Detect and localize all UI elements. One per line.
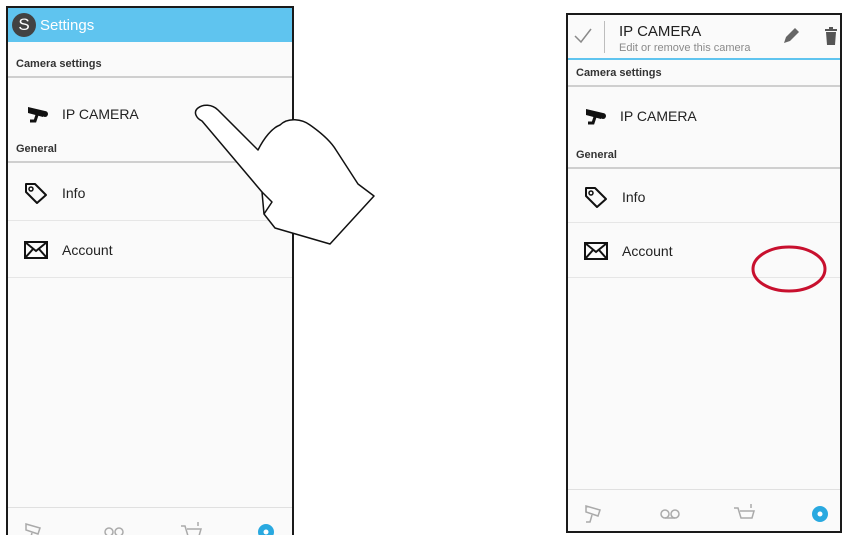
nav-camera-button[interactable]	[582, 498, 610, 526]
logo-letter: S	[18, 15, 30, 34]
cart-icon	[734, 504, 755, 519]
cart-icon	[181, 522, 202, 535]
nav-settings-button[interactable]	[252, 516, 280, 535]
context-subtitle: Edit or remove this camera	[619, 42, 751, 54]
app-logo: S	[12, 13, 36, 37]
camera-icon	[585, 505, 601, 523]
item-label-ip-camera: IP CAMERA	[62, 106, 139, 122]
header-divider	[604, 21, 605, 53]
section-header-camera-settings: Camera settings	[568, 67, 840, 87]
list-item-ip-camera[interactable]: IP CAMERA	[568, 89, 840, 143]
nav-recordings-button[interactable]	[100, 516, 128, 535]
tag-icon	[582, 185, 610, 209]
list-item-account[interactable]: Account	[8, 222, 292, 278]
app-bar: S Settings	[8, 8, 292, 42]
settings-icon	[258, 524, 274, 535]
item-label-info: Info	[622, 188, 646, 205]
list-item-account[interactable]: Account	[568, 224, 840, 278]
nav-settings-button[interactable]	[806, 498, 834, 526]
item-label-account: Account	[622, 242, 673, 259]
bottom-nav	[8, 507, 292, 535]
nav-cart-button[interactable]	[178, 516, 206, 535]
app-title: Settings	[40, 16, 95, 34]
contextual-action-bar: IP CAMERA Edit or remove this camera	[568, 15, 840, 60]
nav-cart-button[interactable]	[731, 498, 759, 526]
section-header-general: General	[8, 143, 292, 163]
envelope-icon	[582, 239, 610, 263]
phone-screen-left: S Settings Camera settings IP CAMERA Gen…	[6, 6, 294, 535]
cctv-camera-icon	[582, 104, 610, 128]
item-label-ip-camera: IP CAMERA	[620, 108, 697, 124]
trash-icon[interactable]	[824, 27, 838, 45]
item-label-info: Info	[62, 184, 86, 201]
list-item-info[interactable]: Info	[8, 165, 292, 221]
item-label-account: Account	[62, 241, 113, 258]
list-item-info[interactable]: Info	[568, 171, 840, 223]
tag-icon	[22, 181, 50, 205]
nav-camera-button[interactable]	[22, 516, 50, 535]
nav-recordings-button[interactable]	[656, 498, 684, 526]
section-header-general: General	[568, 149, 840, 169]
context-title: IP CAMERA	[619, 23, 702, 40]
bottom-nav	[568, 489, 840, 531]
phone-screen-right: IP CAMERA Edit or remove this camera Cam…	[566, 13, 842, 533]
envelope-icon	[22, 238, 50, 262]
list-item-ip-camera[interactable]: IP CAMERA	[8, 80, 292, 148]
camera-icon	[25, 523, 41, 535]
recordings-icon	[104, 527, 124, 535]
pencil-icon[interactable]	[781, 26, 801, 46]
cctv-camera-icon	[24, 102, 52, 126]
recordings-icon	[660, 509, 680, 519]
checkmark-icon[interactable]	[572, 24, 594, 46]
section-header-camera-settings: Camera settings	[8, 58, 292, 78]
settings-icon	[812, 506, 828, 522]
